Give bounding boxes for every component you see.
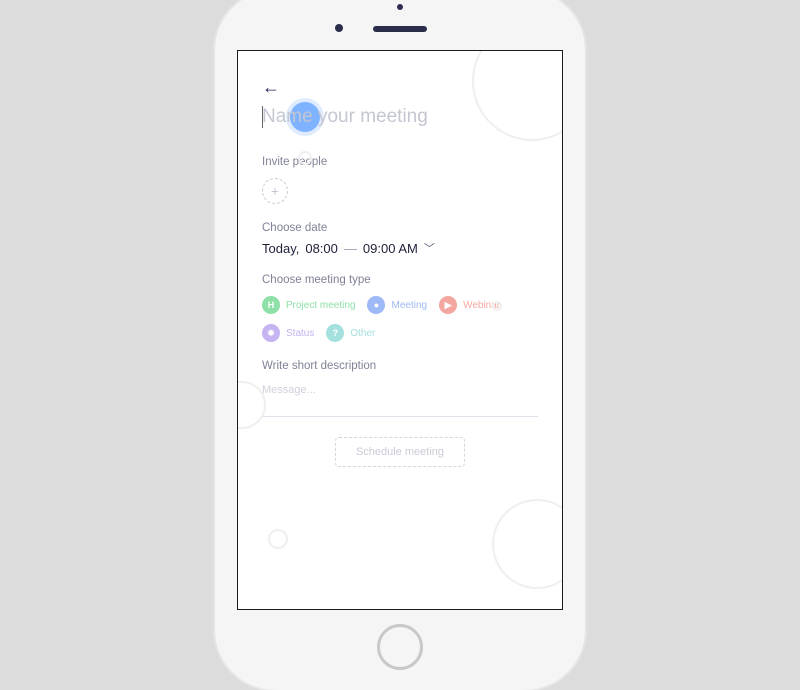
text-caret-icon	[262, 106, 263, 128]
chip-label: Webinar	[463, 300, 500, 311]
invite-label: Invite people	[262, 156, 538, 168]
date-start: 08:00	[305, 241, 338, 256]
sensor-icon	[335, 24, 343, 32]
date-separator: —	[344, 241, 357, 256]
description-label: Write short description	[262, 360, 538, 372]
camera-icon	[397, 4, 403, 10]
chip-label: Meeting	[391, 300, 427, 311]
date-picker[interactable]: Today, 08:00 — 09:00 AM ﹀	[262, 240, 538, 256]
speaker-icon	[373, 26, 427, 32]
chip-icon: ●	[367, 296, 385, 314]
chip-label: Other	[350, 328, 375, 339]
add-person-button[interactable]: +	[262, 178, 288, 204]
description-input[interactable]	[262, 378, 538, 417]
type-chip-meeting[interactable]: ● Meeting	[367, 296, 427, 314]
chip-icon: ▶	[439, 296, 457, 314]
chip-label: Status	[286, 328, 314, 339]
type-chip-webinar[interactable]: ▶ Webinar	[439, 296, 500, 314]
chevron-down-icon: ﹀	[424, 240, 435, 256]
meeting-type-options: H Project meeting ● Meeting ▶ Webinar ✸ …	[262, 296, 538, 342]
plus-icon: +	[271, 183, 279, 199]
meeting-name-input[interactable]	[262, 104, 538, 130]
date-label: Choose date	[262, 222, 538, 234]
meeting-name-field[interactable]	[262, 104, 538, 138]
decoration-circle-icon	[268, 529, 288, 549]
home-button[interactable]	[377, 624, 423, 670]
decoration-circle-icon	[492, 499, 563, 589]
date-end: 09:00 AM	[363, 241, 418, 256]
type-chip-status[interactable]: ✸ Status	[262, 324, 314, 342]
date-prefix: Today,	[262, 241, 299, 256]
phone-frame: ← Invite people + Choose date Today, 08:…	[215, 0, 585, 690]
schedule-meeting-button[interactable]: Schedule meeting	[335, 437, 465, 467]
type-chip-other[interactable]: ? Other	[326, 324, 375, 342]
type-chip-project-meeting[interactable]: H Project meeting	[262, 296, 355, 314]
chip-icon: ✸	[262, 324, 280, 342]
back-arrow-icon[interactable]: ←	[262, 77, 280, 98]
app-screen: ← Invite people + Choose date Today, 08:…	[237, 50, 563, 610]
chip-icon: ?	[326, 324, 344, 342]
chip-icon: H	[262, 296, 280, 314]
type-label: Choose meeting type	[262, 274, 538, 286]
chip-label: Project meeting	[286, 300, 355, 311]
